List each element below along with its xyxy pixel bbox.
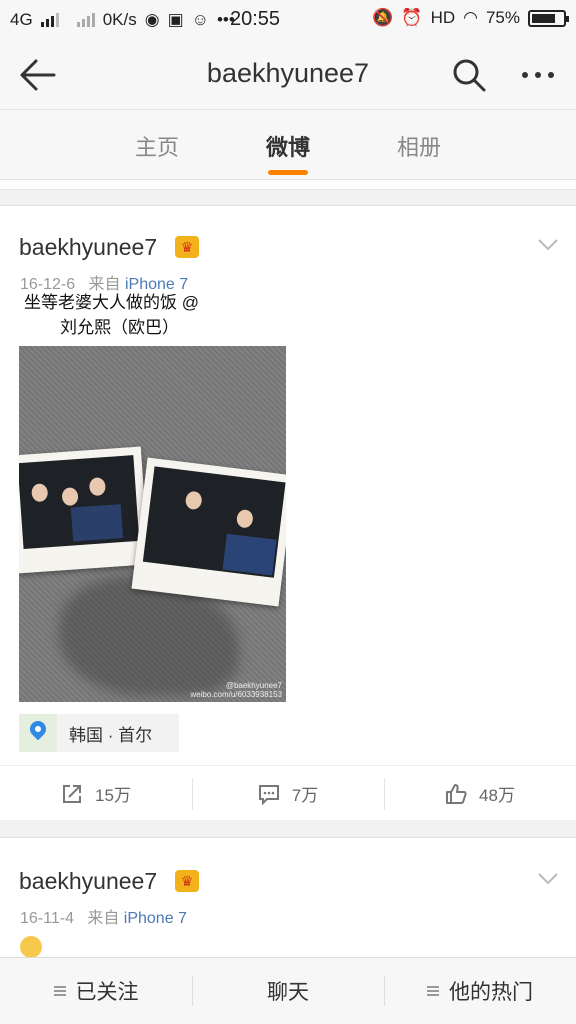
post-text: 坐等老婆大人做的饭 @ 刘允熙（欧巴） bbox=[24, 290, 284, 340]
chat-button[interactable]: 聊天 bbox=[192, 958, 384, 1024]
bottom-bar: 已关注 聊天 他的热门 bbox=[0, 957, 576, 1024]
network-label: 4G bbox=[10, 10, 33, 29]
post-text-line1: 坐等老婆大人做的饭 @ bbox=[24, 293, 199, 312]
post-text-line2: 刘允熙（欧巴） bbox=[60, 318, 179, 337]
post-card[interactable]: baekhyunee7 ♛ 16-12-6 来自 iPhone 7 坐等老婆大人… bbox=[0, 205, 576, 820]
search-button[interactable] bbox=[450, 56, 488, 94]
chat-label: 聊天 bbox=[267, 981, 309, 1004]
post-actions: 15万 7万 48万 bbox=[0, 765, 576, 821]
location-label: 韩国 · 首尔 bbox=[69, 725, 153, 745]
post-meta: 16-11-4 来自 iPhone 7 bbox=[20, 904, 187, 928]
crown-badge-icon: ♛ bbox=[175, 236, 199, 258]
comment-icon bbox=[258, 784, 279, 805]
thumbs-up-icon bbox=[446, 783, 467, 804]
post-username[interactable]: baekhyunee7 bbox=[19, 234, 157, 261]
time-label: 20:55 bbox=[230, 8, 281, 30]
post-date: 16-11-4 bbox=[20, 910, 74, 927]
tab-weibo[interactable]: 微博 bbox=[248, 130, 328, 162]
active-tab-indicator bbox=[268, 170, 308, 175]
follow-label: 已关注 bbox=[75, 981, 139, 1004]
more-dot-icon bbox=[548, 72, 554, 78]
emoji-icon bbox=[20, 936, 42, 958]
more-button[interactable] bbox=[518, 58, 558, 92]
follow-button[interactable]: 已关注 bbox=[0, 958, 192, 1024]
polaroid-photo bbox=[19, 446, 149, 574]
screen: 4G 0K/s ◉ ▣ ☺ ••• 20:55 🔕 ⏰ HD ◠ 75% bae… bbox=[0, 0, 576, 1024]
chevron-down-icon[interactable] bbox=[537, 872, 559, 886]
polaroid-photo-2 bbox=[131, 457, 286, 607]
wifi-icon: ◠ bbox=[463, 8, 478, 27]
post-card-2[interactable]: baekhyunee7 ♛ 16-11-4 来自 iPhone 7 bbox=[0, 837, 576, 958]
post-photo[interactable]: @baekhyunee7 weibo.com/u/6033938153 bbox=[19, 346, 286, 702]
post-source[interactable]: iPhone 7 bbox=[124, 910, 187, 927]
share-icon bbox=[63, 784, 82, 803]
comment-count: 7万 bbox=[291, 786, 319, 805]
app-notification-icon: ▣ bbox=[167, 10, 184, 29]
repost-count: 15万 bbox=[95, 786, 131, 805]
mute-icon: 🔕 bbox=[372, 8, 394, 27]
chevron-down-icon[interactable] bbox=[537, 238, 559, 252]
title-bar: baekhyunee7 bbox=[0, 40, 576, 110]
hot-posts-button[interactable]: 他的热门 bbox=[384, 958, 576, 1024]
post-source-prefix: 来自 bbox=[87, 910, 120, 927]
menu-icon bbox=[53, 986, 66, 996]
tab-album[interactable]: 相册 bbox=[379, 130, 459, 162]
search-icon bbox=[453, 59, 486, 92]
location-pin-icon bbox=[19, 714, 57, 752]
post-username[interactable]: baekhyunee7 bbox=[19, 868, 157, 895]
battery-percent: 75% bbox=[485, 8, 520, 27]
repost-button[interactable]: 15万 bbox=[0, 766, 192, 821]
more-dot-icon bbox=[535, 72, 541, 78]
speed-label: 0K/s bbox=[102, 10, 137, 29]
divider bbox=[0, 180, 576, 190]
qq-icon: ☺ bbox=[191, 10, 209, 29]
signal-icon bbox=[40, 13, 59, 27]
eye-icon: ◉ bbox=[144, 10, 160, 29]
status-bar: 4G 0K/s ◉ ▣ ☺ ••• 20:55 🔕 ⏰ HD ◠ 75% bbox=[0, 0, 576, 40]
photo-watermark: @baekhyunee7 weibo.com/u/6033938153 bbox=[190, 681, 282, 699]
hd-label: HD bbox=[430, 8, 456, 27]
like-count: 48万 bbox=[479, 786, 515, 805]
page-title: baekhyunee7 bbox=[206, 58, 370, 88]
battery-fill bbox=[532, 13, 555, 23]
more-dot-icon bbox=[522, 72, 528, 78]
hot-posts-label: 他的热门 bbox=[449, 981, 533, 1004]
location-tag[interactable]: 韩国 · 首尔 bbox=[19, 714, 179, 752]
tab-home[interactable]: 主页 bbox=[117, 130, 197, 162]
alarm-icon: ⏰ bbox=[401, 8, 423, 27]
menu-icon bbox=[427, 986, 439, 996]
signal-icon-2 bbox=[76, 13, 95, 27]
battery-icon bbox=[528, 9, 569, 27]
comment-button[interactable]: 7万 bbox=[192, 766, 384, 821]
like-button[interactable]: 48万 bbox=[384, 766, 576, 821]
crown-badge-icon: ♛ bbox=[175, 870, 199, 892]
